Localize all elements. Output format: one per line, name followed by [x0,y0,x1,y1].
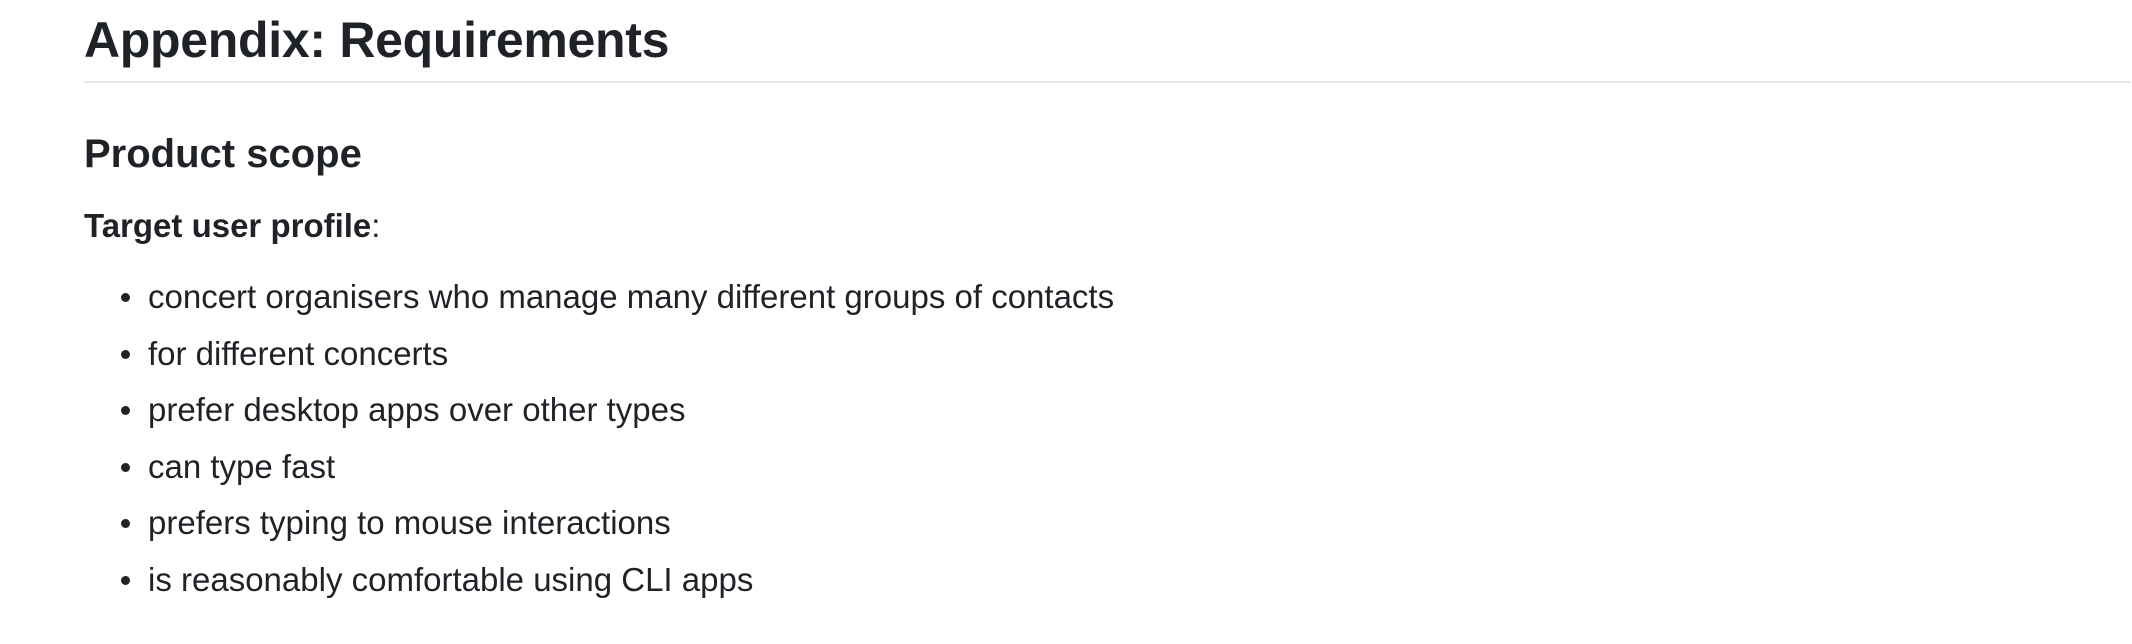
list-item: prefers typing to mouse interactions [84,503,2130,543]
bullet-icon [121,575,130,585]
document-content: Appendix: Requirements Product scope Tar… [84,0,2130,617]
list-item: is reasonably comfortable using CLI apps [84,560,2130,600]
section-title: Product scope [84,132,362,176]
page: Appendix: Requirements Product scope Tar… [0,0,2132,644]
list-item-text: is reasonably comfortable using CLI apps [148,560,754,598]
list-item-text: prefers typing to mouse interactions [148,504,671,542]
list-item: concert organisers who manage many diffe… [84,277,2130,317]
list-item-text: prefer desktop apps over other types [148,391,686,429]
list-item: prefer desktop apps over other types [84,390,2130,430]
profile-label-suffix: : [371,207,381,244]
list-item: for different concerts [84,334,2130,374]
page-title: Appendix: Requirements [84,12,670,68]
list-item-text: for different concerts [148,334,449,372]
list-item: can type fast [84,447,2130,487]
bullet-icon [121,406,130,416]
bullet-icon [121,519,130,529]
profile-list: concert organisers who manage many diffe… [84,277,2130,600]
bullet-icon [121,349,130,359]
list-item-text: can type fast [148,447,336,485]
heading-divider [84,81,2130,83]
bullet-icon [121,462,130,472]
bullet-icon [121,293,130,302]
profile-label-line: Target user profile: [84,206,2130,246]
profile-label: Target user profile [84,207,372,244]
list-item-text: concert organisers who manage many diffe… [148,278,1115,315]
